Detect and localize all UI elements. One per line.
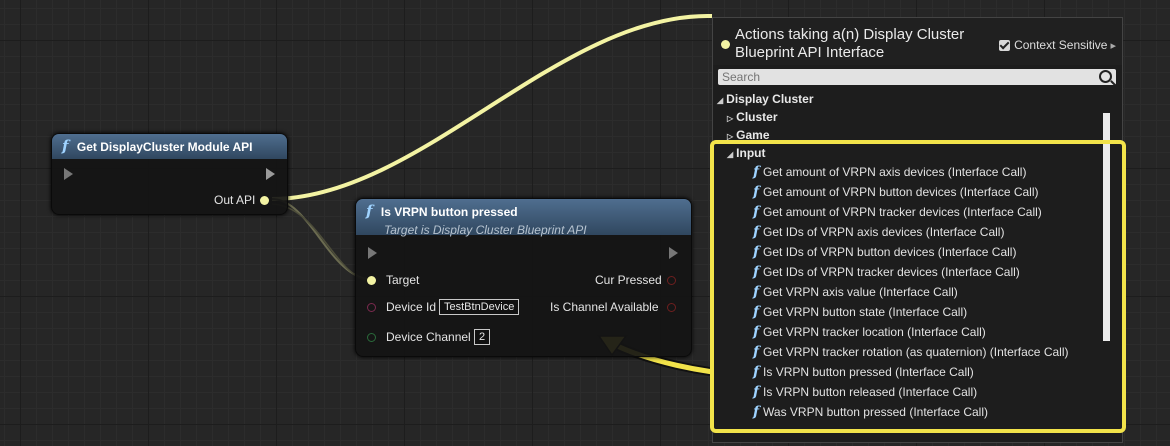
- node-subtitle: Target is Display Cluster Blueprint API: [384, 223, 587, 237]
- target-label: Target: [386, 273, 420, 287]
- highlight-frame: [710, 140, 1126, 433]
- exec-in-pin[interactable]: [64, 168, 73, 180]
- context-sensitive-toggle[interactable]: Context Sensitive ▸: [999, 38, 1116, 52]
- device-id-field[interactable]: TestBtnDevice: [439, 299, 520, 315]
- actions-menu-title: Actions taking a(n) Display Cluster Blue…: [735, 26, 965, 61]
- cur-pressed-label: Cur Pressed: [595, 273, 662, 287]
- context-sensitive-label: Context Sensitive: [1014, 38, 1108, 52]
- node-header[interactable]: f Is VRPN button pressed Target is Displ…: [356, 199, 691, 237]
- device-id-pin[interactable]: [367, 303, 376, 312]
- arrow-right-icon: ▸: [1110, 39, 1116, 52]
- function-icon: f: [366, 202, 373, 220]
- device-id-label: Device Id: [386, 300, 437, 314]
- category-cluster[interactable]: ▷ Cluster: [727, 110, 778, 124]
- cur-pressed-pin[interactable]: [667, 276, 676, 285]
- exec-out-pin[interactable]: [669, 247, 678, 259]
- checkbox-icon[interactable]: [999, 39, 1011, 51]
- device-channel-field[interactable]: 2: [474, 329, 491, 345]
- out-api-label: Out API: [214, 193, 256, 207]
- pin-type-dot: [721, 40, 730, 49]
- category-display-cluster[interactable]: ◢ Display Cluster: [717, 92, 814, 106]
- collapse-icon: ◢: [717, 96, 724, 105]
- wire-to-panel: [271, 13, 713, 201]
- node-title: Get DisplayCluster Module API: [76, 140, 253, 154]
- out-api-pin[interactable]: [260, 196, 269, 205]
- expand-icon: ▷: [727, 114, 734, 123]
- device-channel-pin[interactable]: [367, 333, 376, 342]
- exec-in-pin[interactable]: [368, 247, 377, 259]
- is-vrpn-pressed-node[interactable]: f Is VRPN button pressed Target is Displ…: [355, 198, 692, 357]
- is-channel-available-label: Is Channel Available: [550, 300, 659, 314]
- search-box[interactable]: [718, 69, 1116, 85]
- category-label: Cluster: [736, 110, 778, 124]
- search-input[interactable]: [718, 69, 1096, 85]
- get-module-api-node[interactable]: f Get DisplayCluster Module API Out API: [51, 133, 288, 215]
- search-icon[interactable]: [1099, 70, 1112, 83]
- is-channel-available-pin[interactable]: [667, 303, 676, 312]
- node-title: Is VRPN button pressed: [380, 205, 518, 219]
- function-icon: f: [62, 137, 69, 155]
- node-header[interactable]: f Get DisplayCluster Module API: [52, 134, 287, 159]
- device-channel-label: Device Channel: [386, 330, 471, 344]
- target-pin[interactable]: [367, 276, 376, 285]
- category-label: Display Cluster: [726, 92, 814, 106]
- exec-out-pin[interactable]: [266, 168, 275, 180]
